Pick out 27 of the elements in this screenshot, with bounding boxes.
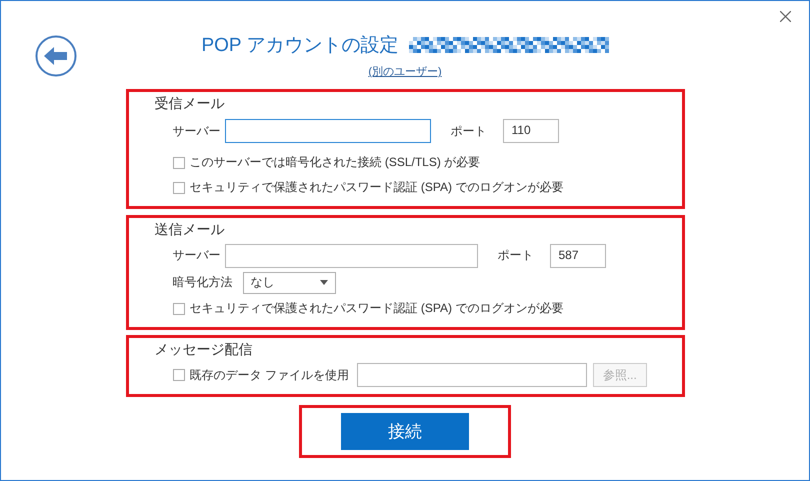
close-icon[interactable] (780, 11, 791, 22)
other-user-link[interactable]: (別のユーザー) (368, 64, 442, 79)
checkbox[interactable] (172, 182, 184, 194)
port-input-field[interactable]: 110 (502, 119, 558, 143)
server-input-field[interactable] (224, 119, 430, 143)
encryption-label: 暗号化方法 (172, 274, 234, 291)
checkbox-label: セキュリティで保護されたパスワード認証 (SPA) でのログオンが必要 (190, 179, 564, 196)
server-label: サーバー (172, 122, 222, 140)
port-label: ポート (450, 122, 488, 140)
section-heading: メッセージ配信 (154, 341, 254, 359)
checkbox-label: このサーバーでは暗号化された接続 (SSL/TLS) が必要 (190, 154, 480, 171)
server-label: サーバー (172, 247, 222, 264)
encryption-dropdown[interactable]: なし (242, 272, 336, 294)
caret-icon (320, 280, 328, 285)
dialog-title: POP アカウントの設定 (201, 34, 399, 58)
checkbox[interactable] (172, 369, 184, 381)
checkbox[interactable] (172, 302, 184, 314)
checkbox-label: セキュリティで保護されたパスワード認証 (SPA) でのログオンが必要 (190, 300, 564, 317)
server-input-field[interactable] (224, 244, 478, 268)
checkbox-label: 既存のデータ ファイルを使用 (190, 366, 349, 384)
connect-button[interactable]: 接続 (341, 413, 469, 450)
port-input-field[interactable]: 587 (550, 244, 606, 268)
data-file-input-field[interactable] (356, 363, 587, 387)
port-label: ポート (498, 247, 534, 264)
section-heading: 受信メール (154, 95, 226, 113)
section-heading: 送信メール (154, 221, 226, 239)
checkbox[interactable] (172, 156, 184, 168)
